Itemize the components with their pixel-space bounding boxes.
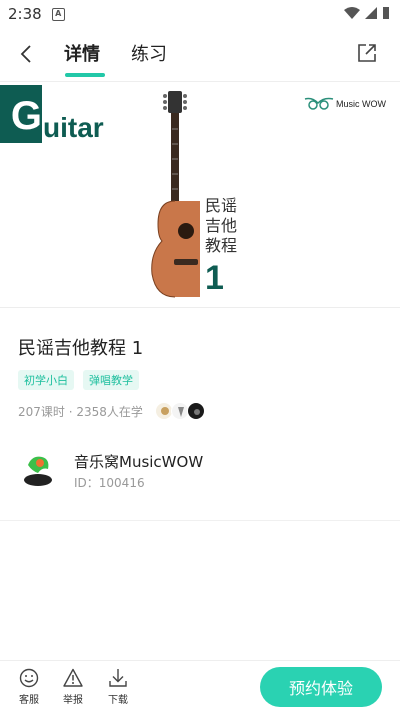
banner-title-line: 教程 bbox=[205, 236, 238, 255]
status-icons bbox=[344, 6, 390, 20]
book-trial-button[interactable]: 预约体验 bbox=[260, 667, 382, 707]
banner-number: 1 bbox=[205, 259, 224, 297]
share-icon bbox=[358, 44, 376, 62]
status-time: 2:38 bbox=[8, 5, 42, 23]
notification-icon: A bbox=[51, 7, 65, 21]
report-button[interactable]: 举报 bbox=[55, 667, 91, 706]
battery-icon bbox=[383, 7, 389, 19]
tab-practice[interactable]: 练习 bbox=[131, 40, 167, 66]
course-meta: 207课时 · 2358人在学 bbox=[18, 402, 382, 420]
learner-avatars bbox=[154, 402, 205, 420]
banner-vertical-title: 民谣 吉他 教程 bbox=[205, 196, 245, 256]
customer-service-label: 客服 bbox=[19, 695, 39, 706]
download-icon bbox=[109, 669, 127, 687]
warning-icon bbox=[63, 668, 83, 687]
status-bar: 2:38 A bbox=[0, 0, 400, 28]
avatar[interactable] bbox=[18, 449, 58, 489]
avatar bbox=[186, 402, 205, 420]
author-name[interactable]: 音乐窝MusicWOW bbox=[74, 451, 203, 472]
course-title: 民谣吉他教程 1 bbox=[18, 338, 144, 359]
owl-logo-icon bbox=[304, 97, 334, 110]
smile-icon bbox=[19, 668, 39, 688]
tab-detail[interactable]: 详情 bbox=[64, 40, 100, 66]
course-tag: 初学小白 bbox=[18, 370, 74, 390]
banner-title-line: 民谣 bbox=[205, 196, 238, 215]
active-tab-indicator bbox=[65, 73, 105, 77]
customer-service-button[interactable]: 客服 bbox=[11, 667, 47, 706]
download-label: 下载 bbox=[108, 695, 128, 706]
back-button[interactable] bbox=[12, 40, 40, 68]
brand-text: Music WOW bbox=[336, 99, 386, 109]
author-card[interactable]: 音乐窝MusicWOW ID：100416 bbox=[0, 443, 400, 521]
signal-icon bbox=[365, 7, 377, 19]
guitar-word-rest: uitar bbox=[43, 112, 104, 143]
author-id: ID：100416 bbox=[74, 476, 145, 490]
guitar-letter: G bbox=[0, 85, 42, 143]
wifi-icon bbox=[344, 7, 360, 19]
guitar-illustration bbox=[151, 91, 200, 298]
course-banner: G uitar Music WOW 民谣 吉他 教程 1 bbox=[0, 83, 400, 308]
report-label: 举报 bbox=[63, 695, 83, 706]
banner-title-line: 吉他 bbox=[205, 216, 238, 235]
bottom-action-bar: 客服 举报 下载 预约体验 bbox=[0, 660, 400, 712]
tag-list: 初学小白 弹唱教学 bbox=[18, 370, 382, 390]
top-nav: 详情 练习 bbox=[0, 28, 400, 82]
guitar-wordmark: G uitar bbox=[0, 85, 104, 143]
author-logo-icon bbox=[18, 449, 58, 489]
download-button[interactable]: 下载 bbox=[100, 667, 136, 706]
share-button[interactable] bbox=[354, 40, 380, 66]
musicwow-logo: Music WOW bbox=[304, 97, 386, 111]
course-info: 民谣吉他教程 1 初学小白 弹唱教学 207课时 · 2358人在学 bbox=[0, 308, 400, 420]
chevron-left-icon bbox=[20, 45, 31, 63]
lesson-learner-count: 207课时 · 2358人在学 bbox=[18, 404, 143, 419]
course-tag: 弹唱教学 bbox=[83, 370, 139, 390]
